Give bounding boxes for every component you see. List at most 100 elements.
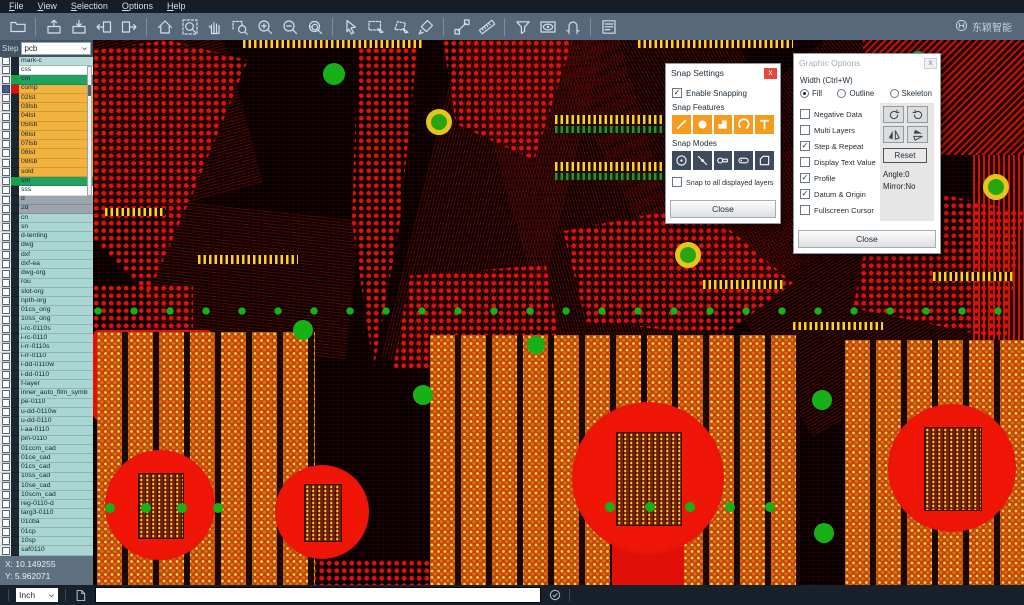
snap-pad-icon[interactable]: [693, 115, 712, 134]
layer-checkbox[interactable]: [0, 196, 11, 205]
layer-row-i-rr-0110[interactable]: i-rr-0110: [0, 353, 93, 362]
layer-row-u-dd-0110w[interactable]: u-dd-0110w: [0, 408, 93, 417]
checkbox-multi-layers[interactable]: Multi Layers: [800, 125, 876, 135]
snap-slot-icon[interactable]: [734, 151, 753, 170]
enable-snapping-checkbox[interactable]: ✓ Enable Snapping: [672, 88, 774, 98]
radio-skeleton[interactable]: Skeleton: [890, 89, 932, 98]
upload-icon[interactable]: [41, 15, 66, 38]
layer-row-reg-0110-d[interactable]: reg-0110-d: [0, 500, 93, 509]
checkbox-datum-origin[interactable]: ✓Datum & Origin: [800, 189, 876, 199]
layer-row-i-dd-0110[interactable]: i-dd-0110: [0, 371, 93, 380]
layer-row-cm[interactable]: cm: [0, 75, 93, 84]
layer-checkbox[interactable]: [0, 149, 11, 158]
select-polygon-icon[interactable]: [388, 15, 413, 38]
layer-checkbox[interactable]: [0, 353, 11, 362]
layer-checkbox[interactable]: [0, 232, 11, 241]
layer-row-i-dd-0110w[interactable]: i-dd-0110w: [0, 362, 93, 371]
step-select[interactable]: pcb: [21, 42, 91, 55]
layer-list-scrollbar[interactable]: [87, 66, 92, 196]
layer-row-01cs_cad[interactable]: 01cs_cad: [0, 463, 93, 472]
layer-checkbox[interactable]: [0, 519, 11, 528]
layer-row-02lst[interactable]: 02lst: [0, 94, 93, 103]
layer-row-10sp[interactable]: 10sp: [0, 537, 93, 546]
layer-row-06lst[interactable]: 06lst: [0, 131, 93, 140]
layer-row-10ss_orig[interactable]: 10ss_orig: [0, 316, 93, 325]
menu-file[interactable]: File: [2, 0, 31, 13]
layer-row-dwg-org[interactable]: dwg-org: [0, 269, 93, 278]
layer-row-10se_cad[interactable]: 10se_cad: [0, 482, 93, 491]
download-icon[interactable]: [66, 15, 91, 38]
measure-line-icon[interactable]: [449, 15, 474, 38]
layer-row-05lsb[interactable]: 05lsb: [0, 122, 93, 131]
layer-row-npth-org[interactable]: npth-org: [0, 297, 93, 306]
layer-row-mark-c[interactable]: mark-c: [0, 57, 93, 66]
layer-checkbox[interactable]: [0, 297, 11, 306]
layer-checkbox[interactable]: [0, 75, 11, 84]
snap-surface-icon[interactable]: [714, 115, 733, 134]
zoom-fit-icon[interactable]: [177, 15, 202, 38]
snap-close-button[interactable]: Close: [670, 200, 776, 218]
layer-checkbox[interactable]: [0, 509, 11, 518]
select-pointer-icon[interactable]: [338, 15, 363, 38]
layer-checkbox[interactable]: [0, 159, 11, 168]
layer-row-dxf-ea[interactable]: dxf-ea: [0, 260, 93, 269]
zoom-out-icon[interactable]: [277, 15, 302, 38]
layer-checkbox[interactable]: [0, 343, 11, 352]
radio-fill[interactable]: Fill: [800, 89, 822, 98]
layer-checkbox[interactable]: [0, 389, 11, 398]
layer-row-dwg[interactable]: dwg: [0, 242, 93, 251]
menu-options[interactable]: Options: [115, 0, 160, 13]
load-prev-icon[interactable]: [91, 15, 116, 38]
zoom-previous-icon[interactable]: [302, 15, 327, 38]
layer-checkbox[interactable]: [0, 214, 11, 223]
layer-row-pe-0110[interactable]: pe-0110: [0, 399, 93, 408]
layer-row-10scm_cad[interactable]: 10scm_cad: [0, 491, 93, 500]
snap-line-icon[interactable]: [672, 115, 691, 134]
layer-checkbox[interactable]: [0, 177, 11, 186]
draft-icon[interactable]: [73, 588, 88, 603]
layer-checkbox[interactable]: [0, 168, 11, 177]
layer-row-d[interactable]: d: [0, 196, 93, 205]
snap-arc-icon[interactable]: [734, 115, 753, 134]
layer-row-pin-0110[interactable]: pin-0110: [0, 436, 93, 445]
layer-row-01cp[interactable]: 01cp: [0, 528, 93, 537]
layer-checkbox[interactable]: [0, 94, 11, 103]
layer-row-08lst[interactable]: 08lst: [0, 149, 93, 158]
layer-row-dxf[interactable]: dxf: [0, 251, 93, 260]
select-rect-icon[interactable]: [363, 15, 388, 38]
layer-checkbox[interactable]: [0, 205, 11, 214]
layer-checkbox[interactable]: [0, 482, 11, 491]
layer-checkbox[interactable]: [0, 473, 11, 482]
mirror-vertical-button[interactable]: [907, 126, 928, 143]
layer-row-09lsb[interactable]: 09lsb: [0, 159, 93, 168]
layer-checkbox[interactable]: [0, 399, 11, 408]
layer-row-css[interactable]: css: [0, 66, 93, 75]
layer-row-sold[interactable]: sold: [0, 168, 93, 177]
graphic-close-button[interactable]: Close: [798, 230, 936, 248]
measure-ruler-icon[interactable]: [474, 15, 499, 38]
layer-row-03lsb[interactable]: 03lsb: [0, 103, 93, 112]
layer-row-sss[interactable]: sss: [0, 186, 93, 195]
pan-icon[interactable]: [202, 15, 227, 38]
layer-row-01cba[interactable]: 01cba: [0, 519, 93, 528]
layer-checkbox[interactable]: [0, 334, 11, 343]
layer-checkbox[interactable]: [0, 546, 11, 555]
load-next-icon[interactable]: [116, 15, 141, 38]
layer-checkbox[interactable]: [0, 362, 11, 371]
layer-row-comp[interactable]: comp: [0, 85, 93, 94]
layer-checkbox[interactable]: [0, 251, 11, 260]
snap-pad-mode-icon[interactable]: [714, 151, 733, 170]
menu-help[interactable]: Help: [160, 0, 193, 13]
zoom-in-icon[interactable]: [252, 15, 277, 38]
layer-checkbox[interactable]: [0, 417, 11, 426]
layer-checkbox[interactable]: [0, 454, 11, 463]
scrollbar-thumb[interactable]: [88, 85, 91, 96]
layer-checkbox[interactable]: [0, 269, 11, 278]
radio-outline[interactable]: Outline: [837, 89, 874, 98]
layer-checkbox[interactable]: [0, 325, 11, 334]
zoom-window-icon[interactable]: [227, 15, 252, 38]
layer-row-rou[interactable]: rou: [0, 279, 93, 288]
paint-brush-icon[interactable]: [413, 15, 438, 38]
layer-checkbox[interactable]: [0, 260, 11, 269]
checkbox-step-repeat[interactable]: ✓Step & Repeat: [800, 141, 876, 151]
